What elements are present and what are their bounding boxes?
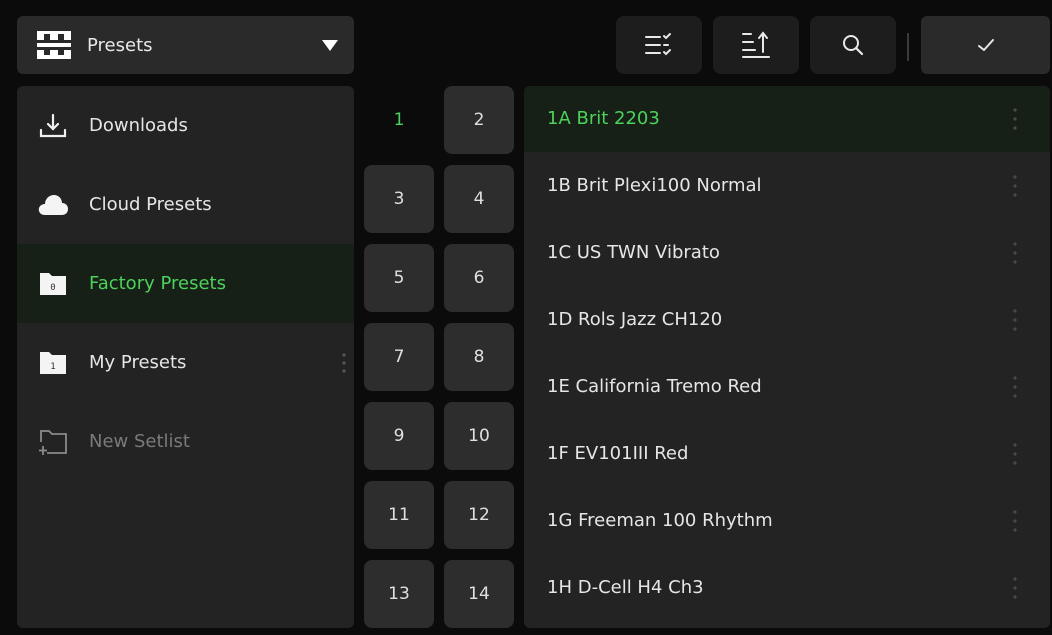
dropdown-label: Presets [87,34,153,56]
bank-button-2[interactable]: 2 [444,86,514,154]
preset-name: 1B Brit Plexi100 Normal [547,175,762,196]
bank-button-4[interactable]: 4 [444,165,514,233]
bank-button-14[interactable]: 14 [444,560,514,628]
preset-row[interactable]: 1D Rols Jazz CH120 [524,287,1050,353]
sidebar-item-cloud-presets[interactable]: Cloud Presets [17,165,354,244]
sidebar-item-label: New Setlist [89,431,190,452]
more-options-icon[interactable] [1008,305,1022,335]
sidebar-item-label: Factory Presets [89,273,226,294]
folder-icon: 1 [37,347,69,379]
sidebar-item-downloads[interactable]: Downloads [17,86,354,165]
search-button[interactable] [810,16,896,74]
sidebar-item-new-setlist[interactable]: New Setlist [17,402,354,481]
bank-button-5[interactable]: 5 [364,244,434,312]
preset-name: 1H D-Cell H4 Ch3 [547,577,704,598]
preset-name: 1D Rols Jazz CH120 [547,309,723,330]
bank-button-8[interactable]: 8 [444,323,514,391]
sort-button[interactable] [713,16,799,74]
bank-button-7[interactable]: 7 [364,323,434,391]
sidebar-item-my-presets[interactable]: 1 My Presets [17,323,354,402]
preset-row[interactable]: 1G Freeman 100 Rhythm [524,488,1050,554]
folder-badge: 1 [50,362,55,372]
sidebar-item-label: Downloads [89,115,188,136]
bank-button-9[interactable]: 9 [364,402,434,470]
preset-name: 1A Brit 2203 [547,108,660,129]
cloud-icon [37,189,69,221]
preset-source-dropdown[interactable]: Presets [17,16,354,74]
preset-row[interactable]: 1C US TWN Vibrato [524,220,1050,286]
preset-row[interactable]: 1F EV101III Red [524,421,1050,487]
preset-name: 1G Freeman 100 Rhythm [547,510,773,531]
new-folder-icon [37,426,69,458]
search-icon [843,35,864,56]
bank-button-6[interactable]: 6 [444,244,514,312]
preset-name: 1F EV101III Red [547,443,689,464]
preset-name: 1C US TWN Vibrato [547,242,720,263]
multi-select-button[interactable] [616,16,702,74]
caret-down-icon [322,39,338,51]
sidebar-item-label: My Presets [89,352,187,373]
sort-icon [742,31,770,58]
bank-button-13[interactable]: 13 [364,560,434,628]
preset-row[interactable]: 1A Brit 2203 [524,86,1050,152]
sidebar-item-factory-presets[interactable]: 0 Factory Presets [17,244,354,323]
preset-row[interactable]: 1B Brit Plexi100 Normal [524,153,1050,219]
preset-list: 1A Brit 2203 1B Brit Plexi100 Normal 1C … [524,86,1050,628]
preset-name: 1E California Tremo Red [547,376,762,397]
bank-button-11[interactable]: 11 [364,481,434,549]
preset-row[interactable]: 1H D-Cell H4 Ch3 [524,555,1050,621]
more-options-icon[interactable] [1008,506,1022,536]
more-options-icon[interactable] [1008,573,1022,603]
sidebar-item-label: Cloud Presets [89,194,212,215]
folder-icon: 0 [37,268,69,300]
bank-button-10[interactable]: 10 [444,402,514,470]
grid-icon [37,31,71,59]
confirm-button[interactable] [921,16,1050,74]
folder-badge: 0 [50,283,55,293]
more-options-icon[interactable] [1008,171,1022,201]
more-options-icon[interactable] [1008,372,1022,402]
download-icon [37,110,69,142]
bank-button-3[interactable]: 3 [364,165,434,233]
list-check-icon [645,33,671,56]
bank-button-12[interactable]: 12 [444,481,514,549]
bank-button-1[interactable]: 1 [364,86,434,154]
more-options-icon[interactable] [1008,238,1022,268]
more-options-icon[interactable] [1008,439,1022,469]
checkmark-icon [977,39,994,51]
more-options-icon[interactable] [1008,104,1022,134]
toolbar-divider [907,33,909,61]
more-options-icon[interactable] [336,347,352,379]
preset-row[interactable]: 1E California Tremo Red [524,354,1050,420]
sidebar: Downloads Cloud Presets 0 Factory Preset… [17,86,354,628]
